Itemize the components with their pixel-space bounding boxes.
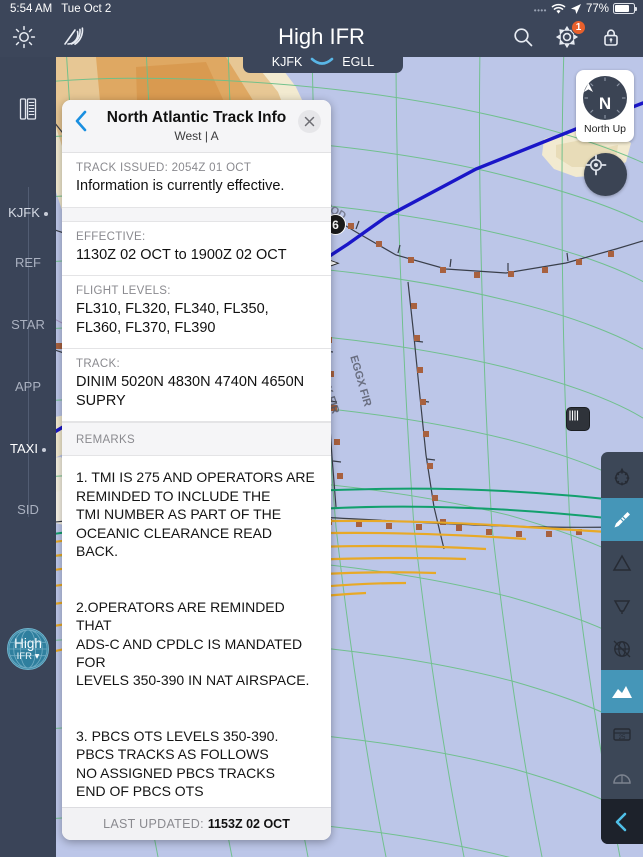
last-updated-label: LAST UPDATED:: [103, 817, 204, 831]
route-destination: EGLL: [342, 55, 375, 69]
sidebar-item-label: REF: [15, 255, 41, 270]
section-divider: [62, 207, 331, 222]
speed-limit-25-icon[interactable]: 25: [601, 713, 643, 756]
effective-label: EFFECTIVE:: [76, 230, 146, 243]
route-arc-icon: [310, 57, 334, 65]
status-badge: 1: [571, 20, 586, 35]
airspace-icon[interactable]: [601, 584, 643, 627]
triangle-icon[interactable]: [601, 541, 643, 584]
sidebar-item-label: TAXI: [10, 441, 38, 456]
chevron-down-icon: ▾: [34, 650, 40, 662]
header-actions: 1: [499, 17, 643, 57]
search-icon[interactable]: [499, 17, 547, 57]
battery-icon: [613, 3, 637, 14]
terrain-icon[interactable]: [601, 670, 643, 713]
panel-title: North Atlantic Track Info: [106, 109, 287, 126]
wifi-icon: [551, 3, 566, 14]
remarks-label: REMARKS: [62, 422, 331, 457]
lock-icon[interactable]: [587, 17, 635, 57]
broadcast-icon[interactable]: [48, 17, 96, 57]
sidebar-item-label: STAR: [11, 317, 45, 332]
sidebar-item-star[interactable]: STAR: [0, 317, 56, 332]
ios-status-bar: 5:54 AM Tue Oct 2 •••• 77%: [0, 0, 643, 17]
panel-footer: LAST UPDATED: 1153Z 02 OCT: [62, 807, 331, 840]
flight-levels-section: FLIGHT LEVELS: FL310, FL320, FL340, FL35…: [62, 276, 331, 350]
enroute-chart-icon[interactable]: [566, 407, 590, 431]
panel-subtitle: West | A: [174, 129, 219, 143]
effective-value: 1130Z 02 OCT to 1900Z 02 OCT: [76, 246, 287, 263]
panel-header: North Atlantic Track Info West | A: [62, 100, 331, 153]
compass-north-icon: N: [583, 76, 627, 120]
sidebar-item-app[interactable]: APP: [0, 379, 56, 394]
effective-section: EFFECTIVE: 1130Z 02 OCT to 1900Z 02 OCT: [62, 221, 331, 277]
app-root: 5:54 AM Tue Oct 2 •••• 77% High IFR 1 KJ…: [0, 0, 643, 857]
documents-icon[interactable]: [0, 97, 56, 124]
crosshair-location-icon[interactable]: [584, 153, 627, 196]
track-label: TRACK:: [76, 358, 120, 371]
sidebar-item-taxi[interactable]: TAXI: [0, 441, 56, 456]
caret-dot-icon: [41, 447, 46, 452]
map-mode-line1: High: [14, 636, 42, 651]
status-time: 5:54 AM: [10, 2, 53, 15]
flight-levels-value: FL310, FL320, FL340, FL350, FL360, FL370…: [76, 301, 269, 336]
compass-rose-icon[interactable]: [601, 455, 643, 498]
globe-network-icon[interactable]: [601, 627, 643, 670]
sidebar-track: [27, 187, 29, 517]
status-right-cluster: •••• 77%: [533, 2, 637, 15]
track-value: DINIM 5020N 4830N 4740N 4650N SUPRY: [76, 374, 305, 409]
caret-dot-icon: [43, 211, 48, 216]
north-atlantic-track-info-panel: North Atlantic Track Info West | A TRACK…: [62, 100, 331, 840]
map-layers-toolbar: 25: [601, 452, 643, 844]
sidebar-item-kjfk[interactable]: KJFK: [0, 205, 56, 220]
sidebar-item-ref[interactable]: REF: [0, 255, 56, 270]
status-date: Tue Oct 2: [61, 2, 112, 15]
map-mode-button[interactable]: High IFR ▾: [7, 628, 49, 670]
remarks-text: 1. TMI IS 275 AND OPERATORS ARE REMINDED…: [76, 469, 315, 800]
track-issued-section: TRACK ISSUED: 2054Z 01 OCT Information i…: [62, 153, 331, 208]
brightness-icon[interactable]: [0, 17, 48, 57]
sidebar-item-label: KJFK: [8, 205, 40, 220]
chevron-left-icon[interactable]: [74, 110, 88, 136]
signal-dots-icon: ••••: [533, 6, 547, 15]
sidebar-item-label: APP: [14, 379, 41, 394]
north-up-widget[interactable]: N North Up: [576, 70, 634, 142]
close-icon[interactable]: [298, 110, 321, 133]
location-arrow-icon: [570, 3, 581, 14]
track-issued-label: TRACK ISSUED: 2054Z 01 OCT: [76, 162, 252, 174]
sidebar-item-label: SID: [17, 502, 39, 517]
dome-icon[interactable]: [601, 756, 643, 799]
flight-levels-label: FLIGHT LEVELS:: [76, 285, 171, 298]
collapse-left-icon[interactable]: [601, 799, 643, 844]
map-mode-line2: IFR ▾: [16, 650, 40, 662]
compass-cardinal: N: [598, 94, 612, 113]
last-updated-value: 1153Z 02 OCT: [207, 817, 290, 831]
battery-percent: 77%: [585, 2, 609, 15]
track-section: TRACK: DINIM 5020N 4830N 4740N 4650N SUP…: [62, 349, 331, 423]
settings-button[interactable]: 1: [547, 17, 587, 57]
north-up-label: North Up: [583, 123, 626, 135]
app-header: High IFR 1: [0, 17, 643, 57]
left-sidebar: KJFK REF STAR APP TAXI SID High IFR ▾: [0, 57, 56, 857]
north-arrow-icon: [584, 83, 593, 92]
track-issued-value: Information is currently effective.: [76, 178, 285, 194]
ruler-pencil-icon[interactable]: [601, 498, 643, 541]
svg-text:25: 25: [619, 734, 626, 740]
route-origin: KJFK: [271, 55, 303, 69]
panel-body[interactable]: TRACK ISSUED: 2054Z 01 OCT Information i…: [62, 153, 331, 807]
sidebar-item-sid[interactable]: SID: [0, 502, 56, 517]
